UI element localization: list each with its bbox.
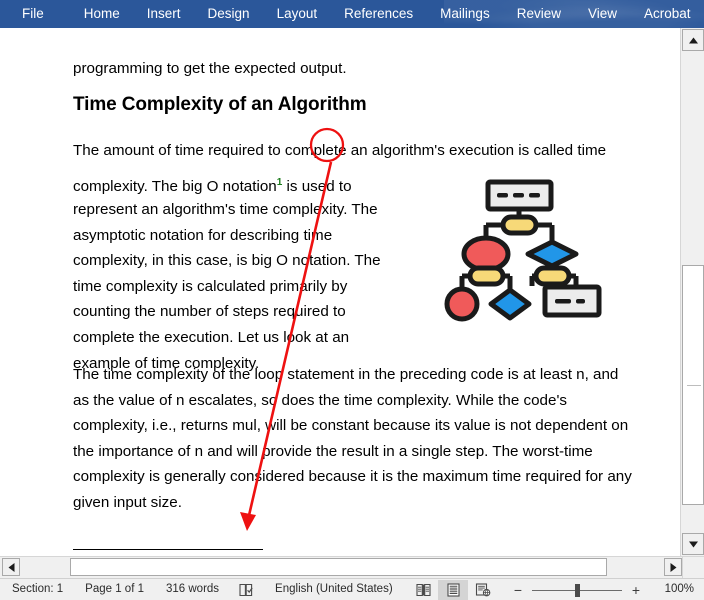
ribbon-tab-home[interactable]: Home <box>75 0 129 28</box>
heading-time-complexity: Time Complexity of an Algorithm <box>73 94 367 115</box>
status-page-number[interactable]: Page 1 of 1 <box>85 579 144 600</box>
ribbon-tab-layout[interactable]: Layout <box>268 0 327 28</box>
zoom-slider[interactable] <box>532 582 622 598</box>
triangle-left-icon[interactable] <box>2 558 20 576</box>
flowchart-clipart-image[interactable] <box>428 168 610 328</box>
zoom-level-label[interactable]: 100% <box>654 579 694 600</box>
zoom-control-group[interactable]: − + <box>510 582 644 598</box>
proofing-errors-icon[interactable] <box>239 583 257 597</box>
paragraph-represent: represent an algorithm's time complexity… <box>73 201 381 372</box>
status-word-count[interactable]: 316 words <box>166 579 219 600</box>
horizontal-scrollbar[interactable] <box>0 556 704 578</box>
ribbon-tab-file[interactable]: File <box>13 0 53 28</box>
status-bar: Section: 1 Page 1 of 1 316 words English… <box>0 578 704 600</box>
triangle-down-icon[interactable] <box>682 533 704 555</box>
paragraph-loop: The time complexity of the loop statemen… <box>73 366 632 511</box>
scrollbar-corner <box>682 557 704 578</box>
paragraph-intro: programming to get the expected output. <box>73 60 347 77</box>
status-language[interactable]: English (United States) <box>275 579 393 600</box>
zoom-in-button[interactable]: + <box>628 582 644 598</box>
paragraph-amount-text-b: is used to <box>282 178 352 195</box>
view-button-web-layout[interactable] <box>468 580 498 600</box>
status-section[interactable]: Section: 1 <box>12 579 63 600</box>
zoom-out-button[interactable]: − <box>510 582 526 598</box>
document-page[interactable]: programming to get the expected output. … <box>0 28 680 556</box>
vertical-scrollbar-thumb[interactable] <box>682 265 704 505</box>
footnote-separator-line <box>73 549 263 550</box>
ribbon-tab-view[interactable]: View <box>579 0 626 28</box>
view-button-print-layout[interactable] <box>438 579 468 600</box>
ribbon-tab-review[interactable]: Review <box>508 0 570 28</box>
triangle-right-icon[interactable] <box>664 558 682 576</box>
ribbon-tab-insert[interactable]: Insert <box>138 0 190 28</box>
ribbon-tab-acrobat[interactable]: Acrobat <box>635 0 700 28</box>
triangle-up-icon[interactable] <box>682 29 704 51</box>
ribbon-tab-bar: File Home Insert Design Layout Reference… <box>0 0 704 28</box>
vertical-scrollbar[interactable] <box>680 28 704 556</box>
view-button-read-mode[interactable] <box>408 580 438 600</box>
ribbon-tab-references[interactable]: References <box>335 0 422 28</box>
zoom-slider-thumb[interactable] <box>575 583 580 597</box>
document-canvas[interactable]: programming to get the expected output. … <box>0 28 680 556</box>
ribbon-tab-design[interactable]: Design <box>199 0 259 28</box>
horizontal-scrollbar-thumb[interactable] <box>70 558 607 576</box>
ribbon-tab-mailings[interactable]: Mailings <box>431 0 499 28</box>
